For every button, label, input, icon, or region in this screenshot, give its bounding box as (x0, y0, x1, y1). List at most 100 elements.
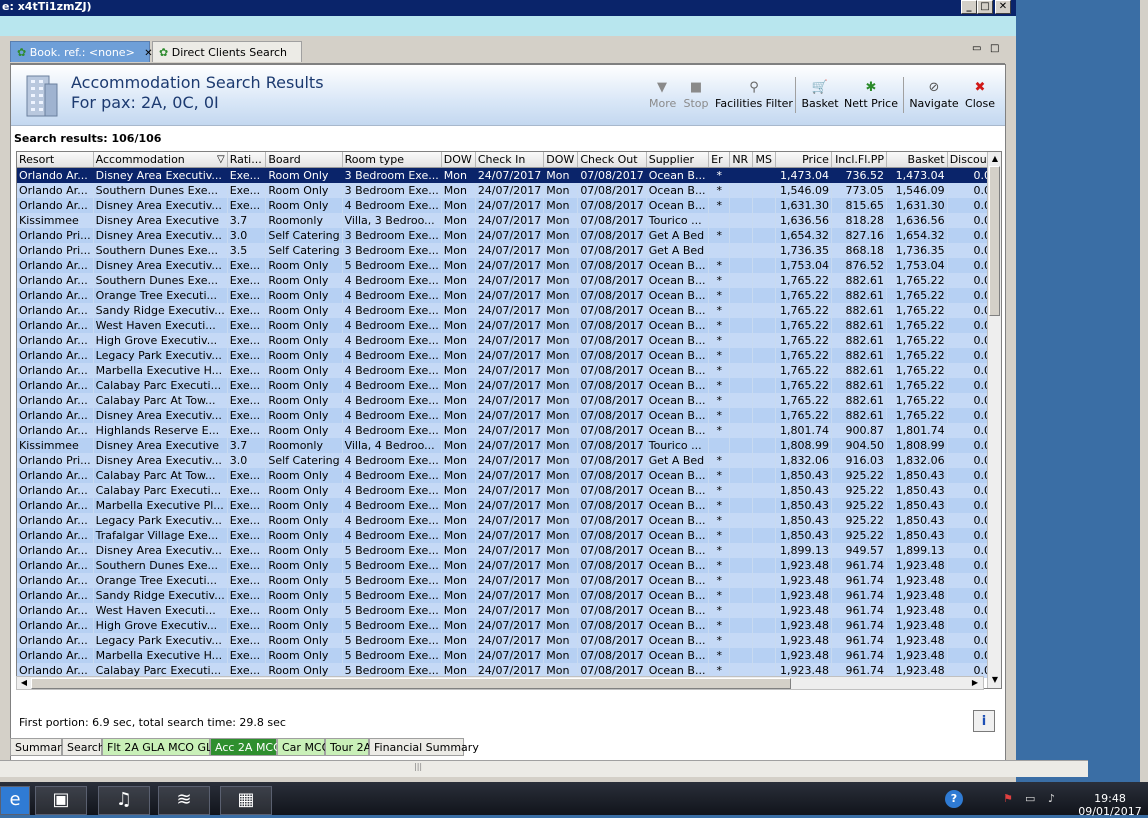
vertical-scroll-thumb[interactable] (989, 166, 1000, 316)
table-row[interactable]: Orlando Pri... Southern Dunes Exe... 3.5 Se… (17, 243, 1001, 258)
table-row[interactable]: Orlando Pri... Disney Area Executiv... 3.0… (17, 453, 1001, 468)
table-row[interactable]: Orlando Ar... Orange Tree Executi... Exe..… (17, 288, 1001, 303)
table-row[interactable]: Orlando Ar... Legacy Park Executiv... Exe.… (17, 513, 1001, 528)
column-header-13[interactable]: Price (775, 152, 832, 168)
column-header-7[interactable]: DOW (543, 152, 579, 168)
column-header-9[interactable]: Supplier (646, 152, 710, 168)
table-row[interactable]: Orlando Ar... Marbella Executive H... Exe.… (17, 648, 1001, 663)
bottom-tab-4[interactable]: Car MCO (277, 738, 330, 756)
horizontal-scroll-thumb[interactable] (31, 678, 791, 689)
network-icon[interactable]: ▭ (1025, 792, 1035, 805)
navigate-button[interactable]: ⊘ Navigate (909, 79, 959, 110)
panel-minimize-icon[interactable]: ▭ (972, 43, 981, 54)
column-header-11[interactable]: NR (729, 152, 754, 168)
table-row[interactable]: Orlando Ar... Southern Dunes Exe... Exe...… (17, 558, 1001, 573)
more-button[interactable]: ▼ More (649, 79, 676, 110)
minimize-button[interactable]: _ (961, 0, 977, 14)
table-cell: Room Only (265, 198, 343, 213)
lower-scrollbar[interactable]: ||| (0, 760, 1088, 777)
table-row[interactable]: Kissimmee Disney Area Executive 3.7 Roomonl… (17, 213, 1001, 228)
taskbar-clock[interactable]: 19:48 09/01/2017 (1075, 792, 1145, 818)
scroll-down-arrow-icon[interactable]: ▼ (989, 674, 1001, 686)
column-header-15[interactable]: Basket (886, 152, 948, 168)
table-row[interactable]: Orlando Ar... Marbella Executive H... Exe.… (17, 363, 1001, 378)
basket-button[interactable]: 🛒 Basket (801, 79, 839, 110)
tab-direct-clients-search[interactable]: ✿ Direct Clients Search (152, 41, 302, 62)
table-row[interactable]: Orlando Ar... West Haven Executi... Exe...… (17, 603, 1001, 618)
column-header-4[interactable]: Room type (342, 152, 442, 168)
stop-button[interactable]: ■ Stop (683, 79, 709, 110)
table-row[interactable]: Orlando Ar... Marbella Executive Pl... Exe… (17, 498, 1001, 513)
facilities-filter-button[interactable]: ⚲ Facilities Filter (715, 79, 793, 110)
table-cell: 24/07/2017 (475, 603, 545, 618)
table-row[interactable]: Orlando Ar... Southern Dunes Exe... Exe...… (17, 273, 1001, 288)
table-row[interactable]: Kissimmee Disney Area Executive 3.7 Roomonl… (17, 438, 1001, 453)
scroll-up-arrow-icon[interactable]: ▲ (989, 153, 1001, 165)
computer-icon[interactable]: ▣ (35, 786, 87, 815)
table-row[interactable]: Orlando Ar... Calabay Parc Executi... Exe.… (17, 378, 1001, 393)
column-header-6[interactable]: Check In (475, 152, 545, 168)
bottom-tab-2[interactable]: Flt 2A GLA MCO GLA (102, 738, 220, 756)
layers-icon[interactable]: ≋ (158, 786, 210, 815)
table-row[interactable]: Orlando Ar... Sandy Ridge Executiv... Exe.… (17, 588, 1001, 603)
table-cell (752, 288, 777, 303)
table-row[interactable]: Orlando Ar... Disney Area Executiv... Exe.… (17, 167, 1001, 183)
horizontal-scrollbar[interactable]: ◀ ▶ (16, 676, 984, 690)
table-cell: 1,923.48 (775, 648, 832, 663)
table-row[interactable]: Orlando Ar... Legacy Park Executiv... Exe.… (17, 633, 1001, 648)
table-row[interactable]: Orlando Ar... Sandy Ridge Executiv... Exe.… (17, 303, 1001, 318)
column-header-2[interactable]: Rati... (227, 152, 267, 168)
table-cell: Mon (543, 288, 579, 303)
table-row[interactable]: Orlando Ar... Disney Area Executiv... Exe.… (17, 258, 1001, 273)
table-row[interactable]: Orlando Ar... Calabay Parc At Tow... Exe..… (17, 468, 1001, 483)
itunes-icon[interactable]: ♫ (98, 786, 150, 815)
bottom-tab-0[interactable]: Summary (10, 738, 68, 756)
table-row[interactable]: Orlando Ar... Highlands Reserve E... Exe..… (17, 423, 1001, 438)
column-header-5[interactable]: DOW (441, 152, 476, 168)
table-row[interactable]: Orlando Ar... Trafalgar Village Exe... Exe… (17, 528, 1001, 543)
nett-price-button[interactable]: ✱ Nett Price (844, 79, 898, 110)
table-row[interactable]: Orlando Ar... West Haven Executi... Exe...… (17, 318, 1001, 333)
panel-maximize-icon[interactable]: □ (990, 43, 999, 54)
maximize-button[interactable]: □ (977, 0, 993, 14)
table-cell: 24/07/2017 (475, 363, 545, 378)
column-header-8[interactable]: Check Out (577, 152, 647, 168)
column-header-10[interactable]: Er (708, 152, 731, 168)
column-header-1[interactable]: Accommodation ▽ (93, 152, 228, 168)
table-row[interactable]: Orlando Ar... Orange Tree Executi... Exe..… (17, 573, 1001, 588)
table-cell: Calabay Parc At Tow... (93, 468, 228, 483)
table-row[interactable]: Orlando Ar... High Grove Executiv... Exe..… (17, 333, 1001, 348)
scroll-right-arrow-icon[interactable]: ▶ (969, 677, 981, 689)
filter-funnel-icon[interactable]: ▽ (217, 153, 225, 167)
help-icon[interactable]: ? (945, 790, 963, 808)
table-row[interactable]: Orlando Ar... Calabay Parc At Tow... Exe..… (17, 393, 1001, 408)
table-row[interactable]: Orlando Pri... Disney Area Executiv... 3.0… (17, 228, 1001, 243)
calculator-icon[interactable]: ▦ (220, 786, 272, 815)
volume-icon[interactable]: ♪ (1048, 792, 1055, 805)
close-button[interactable]: ✖ Close (964, 79, 996, 110)
table-row[interactable]: Orlando Ar... Southern Dunes Exe... Exe...… (17, 183, 1001, 198)
table-row[interactable]: Orlando Ar... Disney Area Executiv... Exe.… (17, 408, 1001, 423)
column-header-3[interactable]: Board (265, 152, 343, 168)
bottom-tab-3[interactable]: Acc 2A MCO (210, 738, 282, 756)
table-row[interactable]: Orlando Ar... Disney Area Executiv... Exe.… (17, 198, 1001, 213)
bottom-tab-1[interactable]: Search (62, 738, 105, 756)
table-row[interactable]: Orlando Ar... Disney Area Executiv... Exe.… (17, 543, 1001, 558)
ie-icon[interactable]: e (0, 786, 30, 815)
table-row[interactable]: Orlando Ar... High Grove Executiv... Exe..… (17, 618, 1001, 633)
column-header-14[interactable]: Incl.Fl.PP (831, 152, 888, 168)
bottom-tab-6[interactable]: Financial Summary (369, 738, 479, 756)
column-header-12[interactable]: MS (752, 152, 777, 168)
info-button[interactable]: i (973, 710, 995, 732)
table-row[interactable]: Orlando Ar... Legacy Park Executiv... Exe.… (17, 348, 1001, 363)
column-header-0[interactable]: Resort (17, 152, 94, 168)
flag-icon[interactable]: ⚑ (1003, 792, 1013, 805)
bottom-tab-5[interactable]: Tour 2A (325, 738, 371, 756)
window-close-button[interactable]: ✕ (995, 0, 1011, 14)
scroll-left-arrow-icon[interactable]: ◀ (18, 677, 30, 689)
table-row[interactable]: Orlando Ar... Calabay Parc Executi... Exe.… (17, 483, 1001, 498)
table-cell: Villa, 3 Bedroo... (342, 213, 442, 228)
vertical-scrollbar[interactable]: ▲ ▼ (987, 152, 1001, 688)
tab-booking-ref[interactable]: ✿ Book. ref.: <none> ✕ (10, 41, 153, 62)
table-cell (752, 633, 777, 648)
